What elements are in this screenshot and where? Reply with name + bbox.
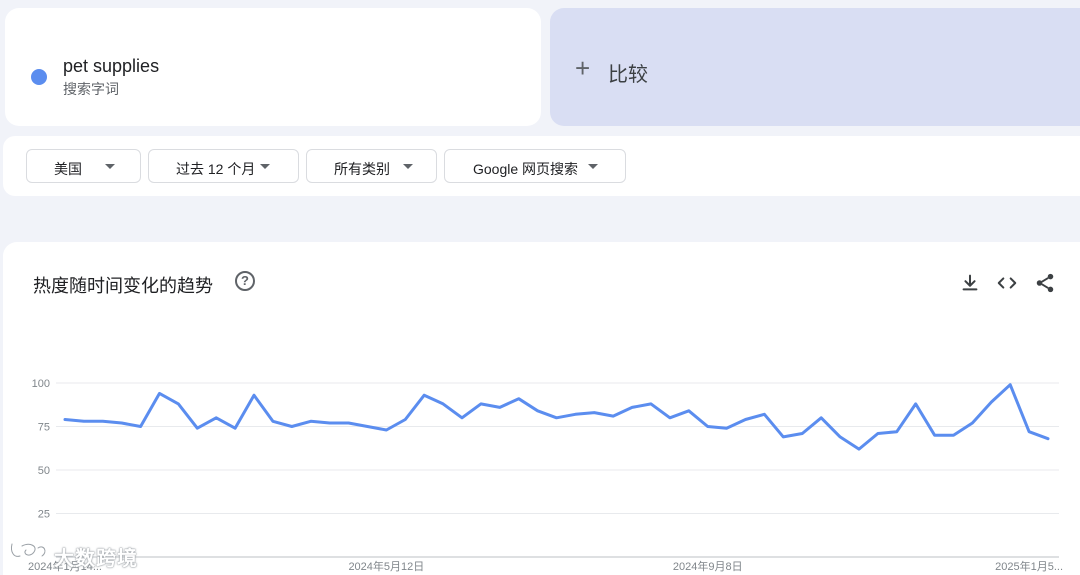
watermark-logo [10,542,47,558]
trend-chart: 2550751002024年1月14... 2024年5月12日 2024年9月8日… [28,378,1063,573]
y-tick-label: 100 [32,378,50,390]
y-tick-label: 25 [38,509,50,521]
y-tick-label: 75 [38,422,50,434]
y-tick-label: 50 [38,465,50,477]
x-tick-label: 2024年9月8日 [673,559,743,573]
x-tick-label: 2024年5月12日 [348,559,424,573]
watermark-text: 大数跨境 [54,548,138,570]
x-tick-label: 2025年1月5... [995,559,1063,573]
